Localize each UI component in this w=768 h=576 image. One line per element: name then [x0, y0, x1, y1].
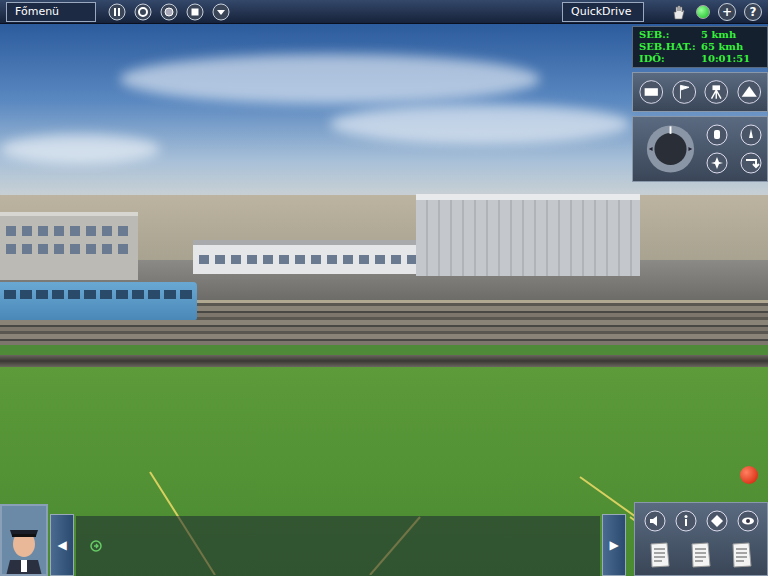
- hand-brake-icon[interactable]: [706, 124, 728, 146]
- driver-icon: [2, 506, 46, 576]
- target-icon[interactable]: [160, 3, 178, 21]
- next-icon[interactable]: [90, 540, 102, 552]
- stop-icon[interactable]: [186, 3, 204, 21]
- track: [0, 355, 768, 367]
- grass-strip: [0, 345, 768, 355]
- speaker-icon[interactable]: [644, 510, 666, 532]
- mountain-icon[interactable]: [736, 78, 763, 106]
- station-building: [193, 240, 431, 274]
- message-strip: [76, 516, 600, 576]
- hud-right: SEB.:5 kmhSEB.HAT.:65 kmhIDŐ:10:01:51: [632, 26, 768, 182]
- document-icon[interactable]: [648, 541, 672, 569]
- eye-icon[interactable]: [737, 510, 759, 532]
- flag-icon[interactable]: [671, 78, 698, 106]
- coupler-icon[interactable]: [740, 152, 762, 174]
- tripod-icon[interactable]: [703, 78, 730, 106]
- office-building: [0, 212, 138, 280]
- document-icon[interactable]: [730, 541, 754, 569]
- hall-building: [416, 194, 640, 276]
- quickdrive-button[interactable]: QuickDrive: [562, 2, 644, 22]
- bottom-bar: ◀▶: [0, 500, 768, 576]
- pause-icon[interactable]: [108, 3, 126, 21]
- info-row: SEB.HAT.:65 kmh: [639, 41, 761, 53]
- star-icon[interactable]: [706, 152, 728, 174]
- cab-view-icon[interactable]: [638, 78, 665, 106]
- document-icon[interactable]: [689, 541, 713, 569]
- status-light: [696, 5, 710, 19]
- control-panel: [632, 116, 768, 182]
- hand-icon[interactable]: [670, 3, 688, 21]
- previous-message-button[interactable]: ◀: [50, 514, 74, 576]
- info-row: IDŐ:10:01:51: [639, 53, 761, 65]
- camera-buttons: [632, 72, 768, 112]
- record-indicator[interactable]: [740, 466, 758, 484]
- info-panel: SEB.:5 kmhSEB.HAT.:65 kmhIDŐ:10:01:51: [632, 26, 768, 68]
- throttle-knob-icon[interactable]: [645, 122, 696, 176]
- gauge-icon[interactable]: [740, 124, 762, 146]
- info-row: SEB.:5 kmh: [639, 29, 761, 41]
- cycle-icon[interactable]: [134, 3, 152, 21]
- game-screen: Főmenü QuickDrive +? SEB.:5 kmhSEB.HAT.:65 …: [0, 0, 768, 576]
- info-icon[interactable]: [675, 510, 697, 532]
- bottom-right-panel: [634, 502, 768, 576]
- down-arrow-icon[interactable]: [212, 3, 230, 21]
- next-message-button[interactable]: ▶: [602, 514, 626, 576]
- game-view[interactable]: SEB.:5 kmhSEB.HAT.:65 kmhIDŐ:10:01:51◀▶: [0, 24, 768, 576]
- diamond-icon[interactable]: [706, 510, 728, 532]
- top-bar: Főmenü QuickDrive +?: [0, 0, 768, 24]
- main-menu-button[interactable]: Főmenü: [6, 2, 96, 22]
- help-button[interactable]: ?: [744, 3, 762, 21]
- add-button[interactable]: +: [718, 3, 736, 21]
- train-car[interactable]: [0, 282, 197, 320]
- playback-controls: [108, 3, 230, 21]
- driver-portrait[interactable]: [0, 504, 48, 576]
